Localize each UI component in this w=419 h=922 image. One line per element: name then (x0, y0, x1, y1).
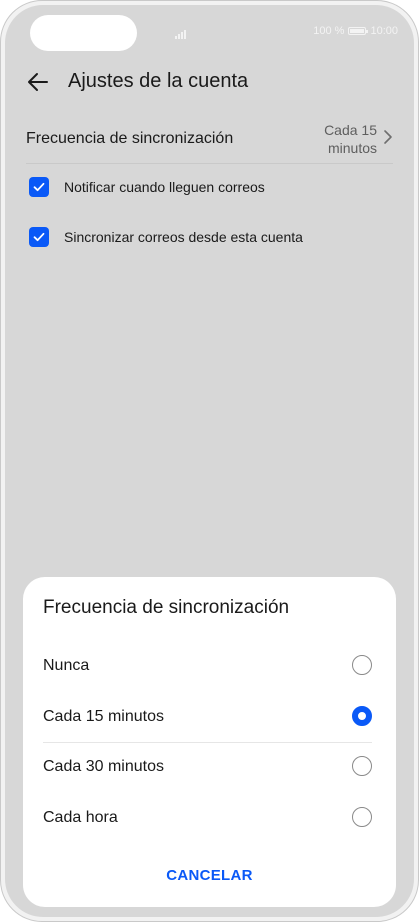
signal-icon (175, 30, 186, 39)
back-arrow-icon[interactable] (25, 69, 51, 95)
cancel-button[interactable]: CANCELAR (23, 867, 396, 884)
sync-frequency-row[interactable]: Frecuencia de sincronización Cada 15 min… (26, 117, 393, 164)
radio-button[interactable] (352, 655, 372, 675)
notify-new-mail-row[interactable]: Notificar cuando lleguen correos (29, 175, 265, 199)
camera-cutout (30, 15, 137, 51)
option-every-15-minutes[interactable]: Cada 15 minutos (43, 692, 372, 743)
battery-percent: 100 % (313, 25, 345, 37)
chevron-right-icon (384, 130, 392, 144)
sync-account-mail-label: Sincronizar correos desde esta cuenta (64, 229, 303, 245)
option-label: Cada 30 minutos (43, 758, 164, 775)
status-right: 100 % 10:00 (313, 25, 398, 37)
option-label: Cada hora (43, 809, 118, 826)
sync-account-mail-checkbox[interactable] (29, 227, 49, 247)
check-icon (33, 182, 45, 192)
sync-account-mail-row[interactable]: Sincronizar correos desde esta cuenta (29, 225, 303, 249)
option-label: Cada 15 minutos (43, 708, 164, 725)
sync-frequency-dialog: Frecuencia de sincronización Nunca Cada … (23, 577, 396, 907)
phone-frame: 100 % 10:00 Ajustes de la cuenta Frecuen… (0, 0, 419, 922)
page-title: Ajustes de la cuenta (68, 70, 249, 92)
option-never[interactable]: Nunca (43, 641, 372, 691)
screen: 100 % 10:00 Ajustes de la cuenta Frecuen… (5, 5, 414, 917)
radio-button-selected[interactable] (352, 706, 372, 726)
check-icon (33, 232, 45, 242)
notify-new-mail-checkbox[interactable] (29, 177, 49, 197)
battery-icon (348, 27, 369, 35)
sync-frequency-label: Frecuencia de sincronización (26, 130, 234, 147)
sync-frequency-value: Cada 15 minutos (324, 122, 377, 156)
dialog-title: Frecuencia de sincronización (43, 597, 290, 618)
option-every-30-minutes[interactable]: Cada 30 minutos (43, 742, 372, 792)
radio-button[interactable] (352, 756, 372, 776)
option-every-hour[interactable]: Cada hora (43, 793, 372, 843)
option-label: Nunca (43, 657, 90, 674)
notify-new-mail-label: Notificar cuando lleguen correos (64, 179, 265, 195)
radio-button[interactable] (352, 807, 372, 827)
clock: 10:00 (370, 25, 398, 37)
app-header: Ajustes de la cuenta (5, 65, 414, 99)
